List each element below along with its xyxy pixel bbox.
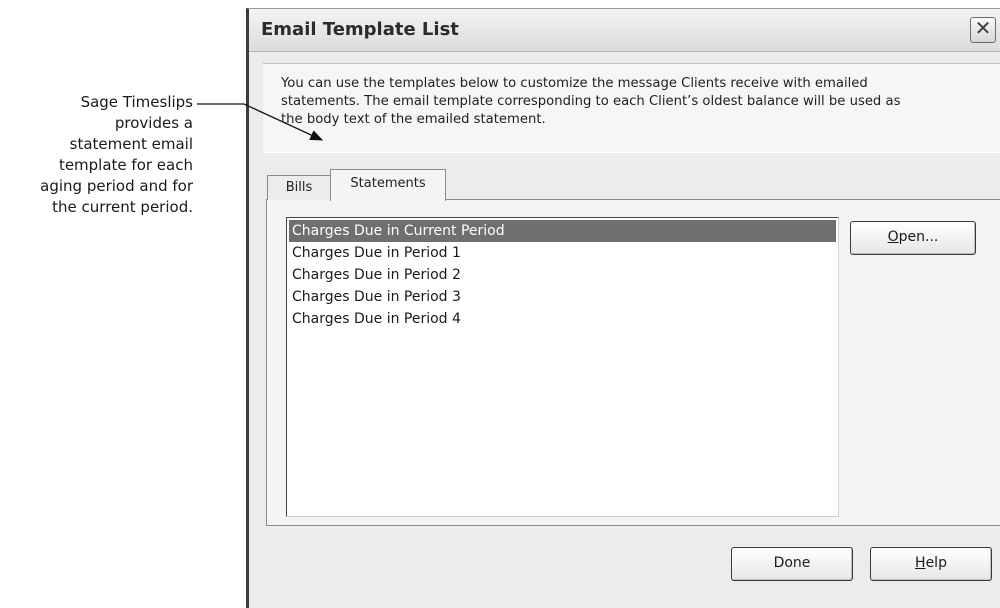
- help-button[interactable]: Help: [870, 547, 992, 581]
- tab-bills[interactable]: Bills: [267, 175, 331, 200]
- open-label: pen...: [898, 229, 939, 245]
- email-template-list-dialog: Email Template List ✕ You can use the te…: [246, 8, 1000, 608]
- instruction-line: the body text of the emailed statement.: [281, 112, 546, 127]
- help-label: elp: [925, 555, 947, 571]
- instruction-line: You can use the templates below to custo…: [281, 76, 868, 91]
- callout-line: provides a: [114, 114, 193, 132]
- list-item[interactable]: Charges Due in Period 3: [289, 286, 836, 308]
- list-item[interactable]: Charges Due in Current Period: [289, 220, 836, 242]
- dialog-title: Email Template List: [261, 19, 459, 40]
- callout-line: aging period and for: [40, 177, 193, 195]
- title-bar: Email Template List ✕: [249, 9, 1000, 52]
- callout-line: Sage Timeslips: [80, 93, 193, 111]
- instruction-text: You can use the templates below to custo…: [263, 63, 1000, 153]
- open-accel: O: [887, 229, 899, 245]
- tab-statements[interactable]: Statements: [330, 169, 446, 201]
- help-accel: H: [915, 555, 926, 571]
- list-item[interactable]: Charges Due in Period 4: [289, 308, 836, 330]
- close-button[interactable]: ✕: [970, 17, 996, 43]
- callout-line: statement email: [69, 135, 193, 153]
- done-button[interactable]: Done: [731, 547, 853, 581]
- instruction-line: statements. The email template correspon…: [281, 94, 901, 109]
- list-item[interactable]: Charges Due in Period 2: [289, 264, 836, 286]
- open-button[interactable]: Open...: [850, 221, 976, 255]
- close-icon: ✕: [974, 18, 992, 40]
- template-listbox[interactable]: Charges Due in Current Period Charges Du…: [286, 217, 839, 517]
- list-item[interactable]: Charges Due in Period 1: [289, 242, 836, 264]
- callout-line: the current period.: [52, 198, 193, 216]
- callout-text: Sage Timeslips provides a statement emai…: [0, 92, 193, 218]
- callout-line: template for each: [58, 156, 193, 174]
